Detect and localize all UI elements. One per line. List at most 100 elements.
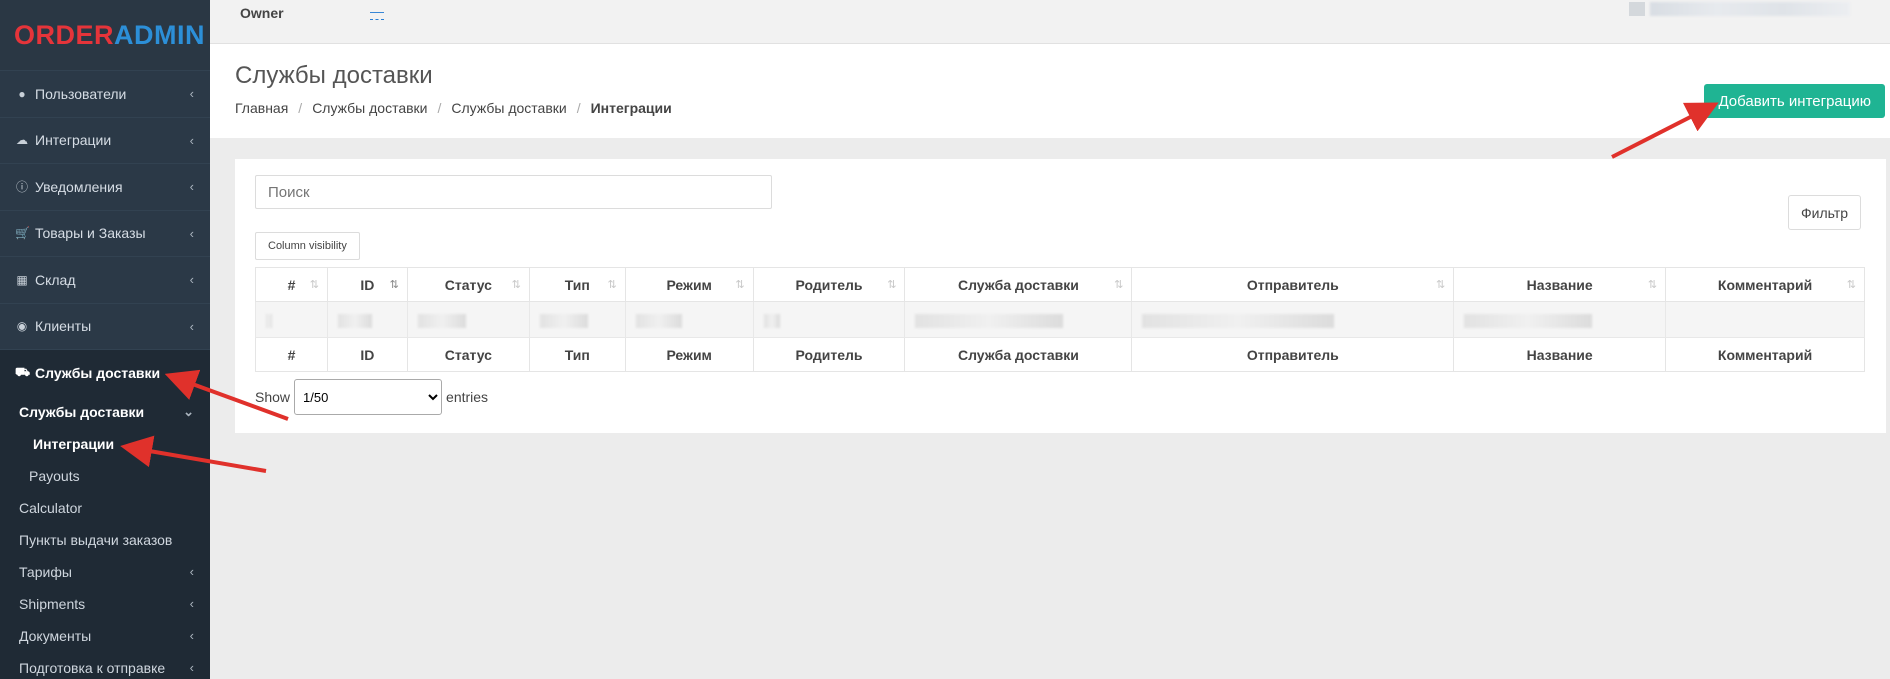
page-header: Службы доставки Главная / Службы доставк… <box>210 44 1890 138</box>
redacted-value <box>763 313 780 328</box>
column-footer-status: Статус <box>406 337 530 372</box>
table-cell <box>1453 301 1667 338</box>
sidebar-item-users[interactable]: ● Пользователи ‹ <box>0 70 210 117</box>
cubes-icon: ▦ <box>16 272 28 287</box>
submenu-label: Calculator <box>19 499 83 516</box>
redacted-value <box>1142 313 1335 328</box>
user-icon: ● <box>18 86 26 101</box>
column-header-label: Тип <box>564 276 590 293</box>
column-header-name[interactable]: Название ⇅ <box>1453 267 1667 302</box>
column-header-label: Название <box>1526 276 1593 293</box>
logo[interactable]: ORDER ADMIN <box>0 0 210 70</box>
submenu-integrations[interactable]: Интеграции <box>0 428 210 460</box>
sidebar-item-clients[interactable]: ◉ Клиенты ‹ <box>0 302 210 350</box>
truck-icon: ⛟ <box>15 364 31 379</box>
submenu-prep[interactable]: Подготовка к отправке ‹ <box>0 652 210 679</box>
chevron-left-icon: ‹ <box>189 86 194 102</box>
table-row[interactable] <box>255 301 1865 338</box>
column-header-type[interactable]: Тип ⇅ <box>528 267 626 302</box>
submenu-delivery-services[interactable]: Службы доставки ⌄ <box>0 396 210 428</box>
submenu-label: Shipments <box>19 595 86 612</box>
sort-icon: ⇅ <box>607 279 617 291</box>
column-visibility-button[interactable]: Column visibility <box>255 232 360 260</box>
sidebar-item-label: Интеграции <box>35 132 112 149</box>
redacted-value <box>915 313 1064 328</box>
submenu-label: Подготовка к отправке <box>19 659 166 676</box>
submenu-documents[interactable]: Документы ‹ <box>0 620 210 652</box>
chevron-left-icon: ‹ <box>189 660 194 675</box>
column-footer-parent: Родитель <box>752 337 906 372</box>
submenu-label: Payouts <box>29 467 80 484</box>
page-title: Службы доставки <box>235 62 433 89</box>
sidebar: ORDER ADMIN ● Пользователи ‹ ☁ Интеграции… <box>0 0 210 679</box>
show-label: Show <box>255 389 291 405</box>
user-menu[interactable] <box>1650 2 1850 16</box>
add-integration-button[interactable]: Добавить интеграцию <box>1704 84 1885 118</box>
breadcrumb-item-home[interactable]: Главная <box>235 100 288 116</box>
sort-icon: ⇅ <box>511 279 521 291</box>
sort-icon: ⇅ <box>887 279 897 291</box>
submenu-tariffs[interactable]: Тарифы ‹ <box>0 556 210 588</box>
redacted-value <box>539 313 588 328</box>
redacted-value <box>635 313 682 328</box>
submenu-calculator[interactable]: Calculator <box>0 492 210 524</box>
submenu-label: Интеграции <box>33 435 115 452</box>
submenu-shipments[interactable]: Shipments ‹ <box>0 588 210 620</box>
sidebar-item-products-orders[interactable]: 🛒 Товары и Заказы ‹ <box>0 209 210 257</box>
breadcrumb-separator: / <box>437 100 442 116</box>
column-header-sender[interactable]: Отправитель ⇅ <box>1131 267 1455 302</box>
table-cell <box>406 301 530 338</box>
sort-icon: ⇅ <box>309 279 319 291</box>
column-header-id[interactable]: ID ⇅ <box>326 267 408 302</box>
sidebar-item-label: Товары и Заказы <box>35 225 146 242</box>
column-header-label: Отправитель <box>1246 276 1339 293</box>
integrations-card: Фильтр Column visibility #⇅ ID⇅ Статус⇅ … <box>235 159 1886 433</box>
column-header-delivery-service[interactable]: Служба доставки ⇅ <box>904 267 1133 302</box>
breadcrumb-item-current: Интеграции <box>590 100 672 116</box>
chevron-left-icon: ‹ <box>189 225 194 241</box>
table-cell <box>528 301 626 338</box>
table-cell <box>904 301 1133 338</box>
breadcrumb-separator: / <box>576 100 581 116</box>
table-header-row: # ⇅ ID ⇅ Статус ⇅ Тип ⇅ Режим ⇅ Родитель ⇅ Слу… <box>255 267 1865 302</box>
page-size-select[interactable]: 1/50 <box>294 379 443 415</box>
table-cell <box>1131 301 1455 338</box>
sidebar-item-integrations[interactable]: ☁ Интеграции ‹ <box>0 116 210 164</box>
chevron-left-icon: ‹ <box>189 272 194 288</box>
filter-button[interactable]: Фильтр <box>1788 195 1862 230</box>
sidebar-item-notifications[interactable]: ⓘ Уведомления ‹ <box>0 163 210 210</box>
logo-part-order: ORDER <box>14 19 115 50</box>
entries-label: entries <box>446 389 489 405</box>
breadcrumb-separator: / <box>298 100 303 116</box>
submenu-pickup-points[interactable]: Пункты выдачи заказов <box>0 524 210 556</box>
submenu-payouts[interactable]: Payouts <box>0 460 210 492</box>
sidebar-item-warehouse[interactable]: ▦ Склад ‹ <box>0 256 210 303</box>
avatar[interactable] <box>1629 2 1645 16</box>
breadcrumb: Главная / Службы доставки / Службы доста… <box>235 100 672 116</box>
column-header-comment[interactable]: Комментарий ⇅ <box>1665 267 1865 302</box>
table-cell <box>752 301 906 338</box>
column-footer-type: Тип <box>528 337 626 372</box>
column-footer-sender: Отправитель <box>1131 337 1455 372</box>
breadcrumb-item-delivery-services[interactable]: Службы доставки <box>451 100 566 116</box>
table-cell <box>624 301 754 338</box>
column-header-parent[interactable]: Родитель ⇅ <box>752 267 906 302</box>
submenu-label: Документы <box>19 627 92 644</box>
sidebar-item-delivery-services[interactable]: ⛟ Службы доставки ⌄ <box>0 349 210 396</box>
chevron-down-icon: ⌄ <box>183 403 194 419</box>
table-cell <box>326 301 408 338</box>
chevron-left-icon: ‹ <box>189 564 194 579</box>
breadcrumb-item-delivery[interactable]: Службы доставки <box>312 100 427 116</box>
column-header-status[interactable]: Статус ⇅ <box>406 267 530 302</box>
users-icon: ◉ <box>16 319 28 334</box>
column-header-number[interactable]: # ⇅ <box>255 267 328 302</box>
column-header-mode[interactable]: Режим ⇅ <box>624 267 754 302</box>
owner-selector[interactable]: — <box>370 3 384 20</box>
sort-icon: ⇅ <box>735 279 745 291</box>
column-footer-comment: Комментарий <box>1665 337 1865 372</box>
cloud-icon: ☁ <box>16 133 28 148</box>
sidebar-item-label: Службы доставки <box>35 364 161 381</box>
cart-icon: 🛒 <box>15 226 30 241</box>
search-input[interactable] <box>255 175 772 209</box>
column-header-label: Служба доставки <box>957 276 1079 293</box>
